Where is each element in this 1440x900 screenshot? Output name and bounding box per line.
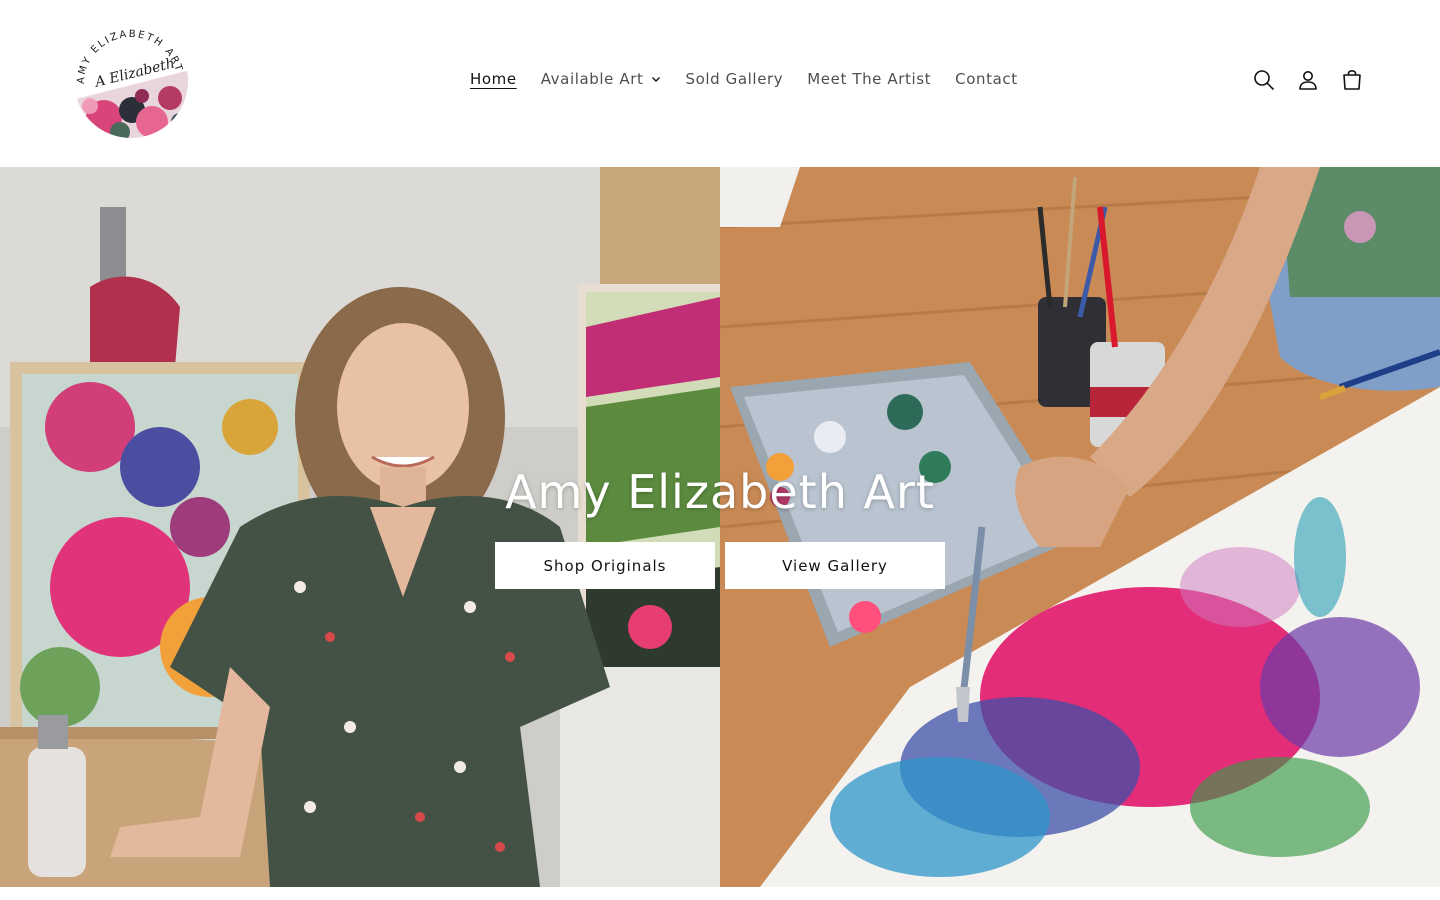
- chevron-down-icon: [652, 77, 661, 82]
- cart-button[interactable]: [1330, 58, 1374, 102]
- search-button[interactable]: [1242, 58, 1286, 102]
- nav-item-label: Sold Gallery: [685, 70, 784, 88]
- account-icon: [1299, 71, 1317, 90]
- site-logo[interactable]: AMY ELIZABETH ART A Elizabeth: [72, 22, 190, 140]
- site-header: AMY ELIZABETH ART A Elizabeth Home Avail…: [0, 0, 1440, 166]
- nav-item-meet-the-artist[interactable]: Meet The Artist: [795, 70, 943, 88]
- nav-item-label: Available Art: [540, 70, 644, 88]
- nav-item-home[interactable]: Home: [458, 70, 529, 88]
- hero-banner: Amy Elizabeth Art Shop Originals View Ga…: [0, 167, 1440, 887]
- nav-item-label: Contact: [955, 70, 1018, 88]
- main-nav: Home Available Art Sold Gallery Meet The…: [458, 66, 1030, 92]
- header-icons: [1242, 58, 1374, 102]
- account-button[interactable]: [1286, 58, 1330, 102]
- logo-icon: AMY ELIZABETH ART A Elizabeth: [74, 24, 188, 138]
- hero-title: Amy Elizabeth Art: [505, 465, 935, 519]
- shop-originals-button[interactable]: Shop Originals: [495, 542, 715, 589]
- nav-item-available-art[interactable]: Available Art: [529, 70, 674, 88]
- search-icon: [1254, 70, 1274, 90]
- hero-buttons: Shop Originals View Gallery: [495, 542, 945, 589]
- nav-item-label: Meet The Artist: [807, 70, 932, 88]
- nav-item-sold-gallery[interactable]: Sold Gallery: [673, 70, 795, 88]
- hero-content: Amy Elizabeth Art Shop Originals View Ga…: [0, 167, 1440, 887]
- cart-icon: [1343, 69, 1361, 90]
- view-gallery-button[interactable]: View Gallery: [725, 542, 945, 589]
- nav-item-label: Home: [470, 70, 517, 88]
- nav-item-contact[interactable]: Contact: [943, 70, 1030, 88]
